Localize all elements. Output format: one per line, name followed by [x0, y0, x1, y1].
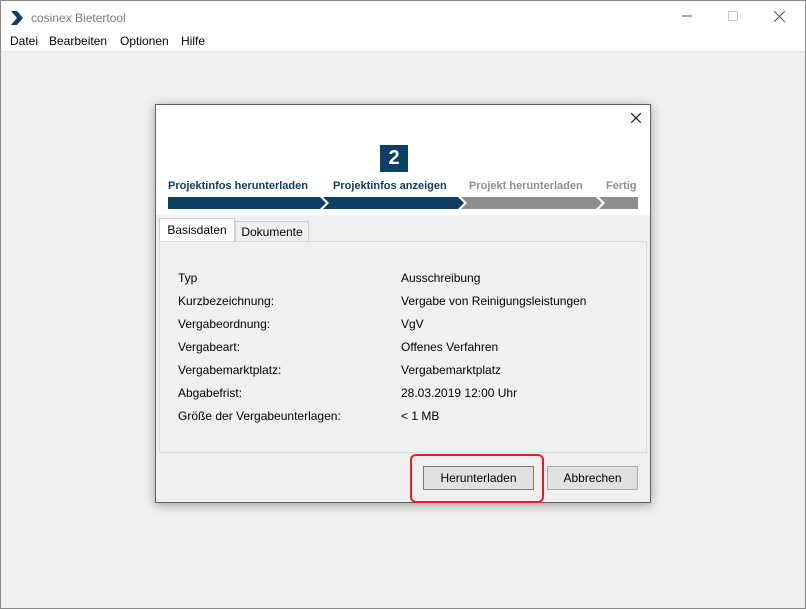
value-vergabeordnung: VgV [401, 317, 424, 331]
menu-bearbeiten[interactable]: Bearbeiten [49, 34, 107, 48]
basisdaten-panel: Typ Ausschreibung Kurzbezeichnung: Verga… [159, 241, 647, 453]
cancel-button[interactable]: Abbrechen [547, 466, 638, 490]
label-abgabefrist: Abgabefrist: [178, 386, 243, 400]
value-vergabemarktplatz: Vergabemarktplatz [401, 363, 502, 377]
wizard-progress-bar [168, 197, 638, 209]
value-groesse-vergabeunterlagen: < 1 MB [401, 409, 440, 423]
project-info-dialog: 2 Projektinfos herunterladen Projektinfo… [155, 104, 651, 503]
tab-dokumente[interactable]: Dokumente [235, 221, 309, 241]
minimize-icon [682, 15, 692, 17]
download-highlight-frame [410, 454, 544, 503]
value-kurzbezeichnung: Vergabe von Reinigungsleistungen [401, 294, 587, 308]
maximize-button[interactable] [710, 1, 756, 31]
label-typ: Typ [178, 271, 198, 285]
close-window-button[interactable] [756, 1, 802, 31]
menu-optionen[interactable]: Optionen [120, 34, 169, 48]
progress-segment-2 [323, 197, 464, 209]
menu-hilfe[interactable]: Hilfe [181, 34, 205, 48]
progress-segment-1 [168, 197, 326, 209]
value-abgabefrist: 28.03.2019 12:00 Uhr [401, 386, 518, 400]
label-groesse-vergabeunterlagen: Größe der Vergabeunterlagen: [178, 409, 341, 423]
maximize-icon [728, 11, 738, 21]
window-title: cosinex Bietertool [31, 11, 126, 25]
chevron-right-icon [11, 11, 23, 25]
label-vergabemarktplatz: Vergabemarktplatz: [178, 363, 282, 377]
label-vergabeordnung: Vergabeordnung: [178, 317, 271, 331]
progress-segment-3 [461, 197, 602, 209]
step-label-projekt-herunterladen: Projekt herunterladen [469, 180, 583, 192]
label-vergabeart: Vergabeart: [178, 340, 241, 354]
value-vergabeart: Offenes Verfahren [401, 340, 499, 354]
close-icon [773, 10, 785, 22]
menu-datei[interactable]: Datei [10, 34, 38, 48]
step-label-projektinfos-herunterladen: Projektinfos herunterladen [168, 180, 308, 192]
step-label-fertig: Fertig [606, 180, 637, 192]
progress-segment-4 [599, 197, 638, 209]
wizard-header: 2 Projektinfos herunterladen Projektinfo… [156, 105, 650, 215]
step-label-projektinfos-anzeigen: Projektinfos anzeigen [333, 180, 447, 192]
dialog-close-button[interactable] [628, 110, 644, 126]
title-bar: cosinex Bietertool [1, 1, 805, 31]
value-typ: Ausschreibung [401, 271, 481, 285]
tab-basisdaten[interactable]: Basisdaten [159, 218, 235, 241]
current-step-number: 2 [380, 145, 408, 172]
label-kurzbezeichnung: Kurzbezeichnung: [178, 294, 275, 308]
close-icon [631, 113, 641, 123]
menu-bar: Datei Bearbeiten Optionen Hilfe [1, 31, 805, 52]
minimize-button[interactable] [664, 1, 710, 31]
